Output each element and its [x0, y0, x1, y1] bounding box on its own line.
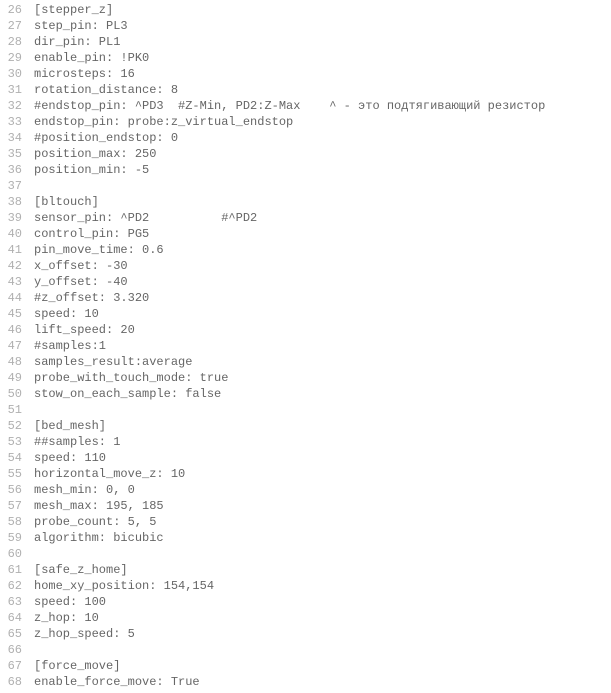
code-line[interactable]: #samples:1 — [34, 338, 611, 354]
code-line[interactable]: y_offset: -40 — [34, 274, 611, 290]
code-line[interactable]: #position_endstop: 0 — [34, 130, 611, 146]
line-number: 66 — [4, 642, 22, 658]
code-line[interactable]: probe_with_touch_mode: true — [34, 370, 611, 386]
code-line[interactable] — [34, 402, 611, 418]
line-number-gutter: 2627282930313233343536373839404142434445… — [0, 0, 30, 692]
line-number: 36 — [4, 162, 22, 178]
line-number: 46 — [4, 322, 22, 338]
line-number: 27 — [4, 18, 22, 34]
line-number: 57 — [4, 498, 22, 514]
code-line[interactable]: horizontal_move_z: 10 — [34, 466, 611, 482]
code-line[interactable]: z_hop_speed: 5 — [34, 626, 611, 642]
line-number: 28 — [4, 34, 22, 50]
code-content[interactable]: [stepper_z]step_pin: PL3dir_pin: PL1enab… — [30, 0, 611, 692]
code-line[interactable]: #z_offset: 3.320 — [34, 290, 611, 306]
line-number: 31 — [4, 82, 22, 98]
code-line[interactable]: algorithm: bicubic — [34, 530, 611, 546]
code-line[interactable]: pin_move_time: 0.6 — [34, 242, 611, 258]
line-number: 34 — [4, 130, 22, 146]
code-line[interactable]: mesh_min: 0, 0 — [34, 482, 611, 498]
code-line[interactable]: speed: 10 — [34, 306, 611, 322]
line-number: 60 — [4, 546, 22, 562]
line-number: 47 — [4, 338, 22, 354]
line-number: 42 — [4, 258, 22, 274]
code-line[interactable]: microsteps: 16 — [34, 66, 611, 82]
line-number: 39 — [4, 210, 22, 226]
line-number: 58 — [4, 514, 22, 530]
line-number: 30 — [4, 66, 22, 82]
code-line[interactable]: speed: 100 — [34, 594, 611, 610]
line-number: 38 — [4, 194, 22, 210]
code-line[interactable] — [34, 642, 611, 658]
code-line[interactable]: ##samples: 1 — [34, 434, 611, 450]
code-editor[interactable]: 2627282930313233343536373839404142434445… — [0, 0, 611, 692]
code-line[interactable]: probe_count: 5, 5 — [34, 514, 611, 530]
code-line[interactable]: [stepper_z] — [34, 2, 611, 18]
line-number: 26 — [4, 2, 22, 18]
code-line[interactable]: enable_force_move: True — [34, 674, 611, 690]
code-line[interactable]: step_pin: PL3 — [34, 18, 611, 34]
line-number: 63 — [4, 594, 22, 610]
line-number: 52 — [4, 418, 22, 434]
code-line[interactable]: lift_speed: 20 — [34, 322, 611, 338]
line-number: 32 — [4, 98, 22, 114]
code-line[interactable]: z_hop: 10 — [34, 610, 611, 626]
line-number: 49 — [4, 370, 22, 386]
line-number: 35 — [4, 146, 22, 162]
line-number: 40 — [4, 226, 22, 242]
code-line[interactable]: [bltouch] — [34, 194, 611, 210]
line-number: 55 — [4, 466, 22, 482]
code-line[interactable]: sensor_pin: ^PD2 #^PD2 — [34, 210, 611, 226]
line-number: 62 — [4, 578, 22, 594]
line-number: 54 — [4, 450, 22, 466]
code-line[interactable]: endstop_pin: probe:z_virtual_endstop — [34, 114, 611, 130]
line-number: 48 — [4, 354, 22, 370]
line-number: 41 — [4, 242, 22, 258]
line-number: 45 — [4, 306, 22, 322]
code-line[interactable]: enable_pin: !PK0 — [34, 50, 611, 66]
code-line[interactable]: [bed_mesh] — [34, 418, 611, 434]
code-line[interactable]: mesh_max: 195, 185 — [34, 498, 611, 514]
code-line[interactable]: [safe_z_home] — [34, 562, 611, 578]
line-number: 68 — [4, 674, 22, 690]
line-number: 44 — [4, 290, 22, 306]
code-line[interactable] — [34, 178, 611, 194]
line-number: 64 — [4, 610, 22, 626]
code-line[interactable]: samples_result:average — [34, 354, 611, 370]
line-number: 51 — [4, 402, 22, 418]
code-line[interactable]: stow_on_each_sample: false — [34, 386, 611, 402]
code-line[interactable] — [34, 546, 611, 562]
code-line[interactable]: dir_pin: PL1 — [34, 34, 611, 50]
code-line[interactable]: x_offset: -30 — [34, 258, 611, 274]
line-number: 29 — [4, 50, 22, 66]
code-line[interactable]: position_min: -5 — [34, 162, 611, 178]
line-number: 56 — [4, 482, 22, 498]
code-line[interactable]: position_max: 250 — [34, 146, 611, 162]
code-line[interactable]: control_pin: PG5 — [34, 226, 611, 242]
line-number: 65 — [4, 626, 22, 642]
line-number: 43 — [4, 274, 22, 290]
line-number: 53 — [4, 434, 22, 450]
code-line[interactable]: home_xy_position: 154,154 — [34, 578, 611, 594]
line-number: 37 — [4, 178, 22, 194]
line-number: 59 — [4, 530, 22, 546]
code-line[interactable]: speed: 110 — [34, 450, 611, 466]
line-number: 67 — [4, 658, 22, 674]
code-line[interactable]: rotation_distance: 8 — [34, 82, 611, 98]
line-number: 61 — [4, 562, 22, 578]
line-number: 33 — [4, 114, 22, 130]
code-line[interactable]: [force_move] — [34, 658, 611, 674]
code-line[interactable]: #endstop_pin: ^PD3 #Z-Min, PD2:Z-Max ^ -… — [34, 98, 611, 114]
line-number: 50 — [4, 386, 22, 402]
